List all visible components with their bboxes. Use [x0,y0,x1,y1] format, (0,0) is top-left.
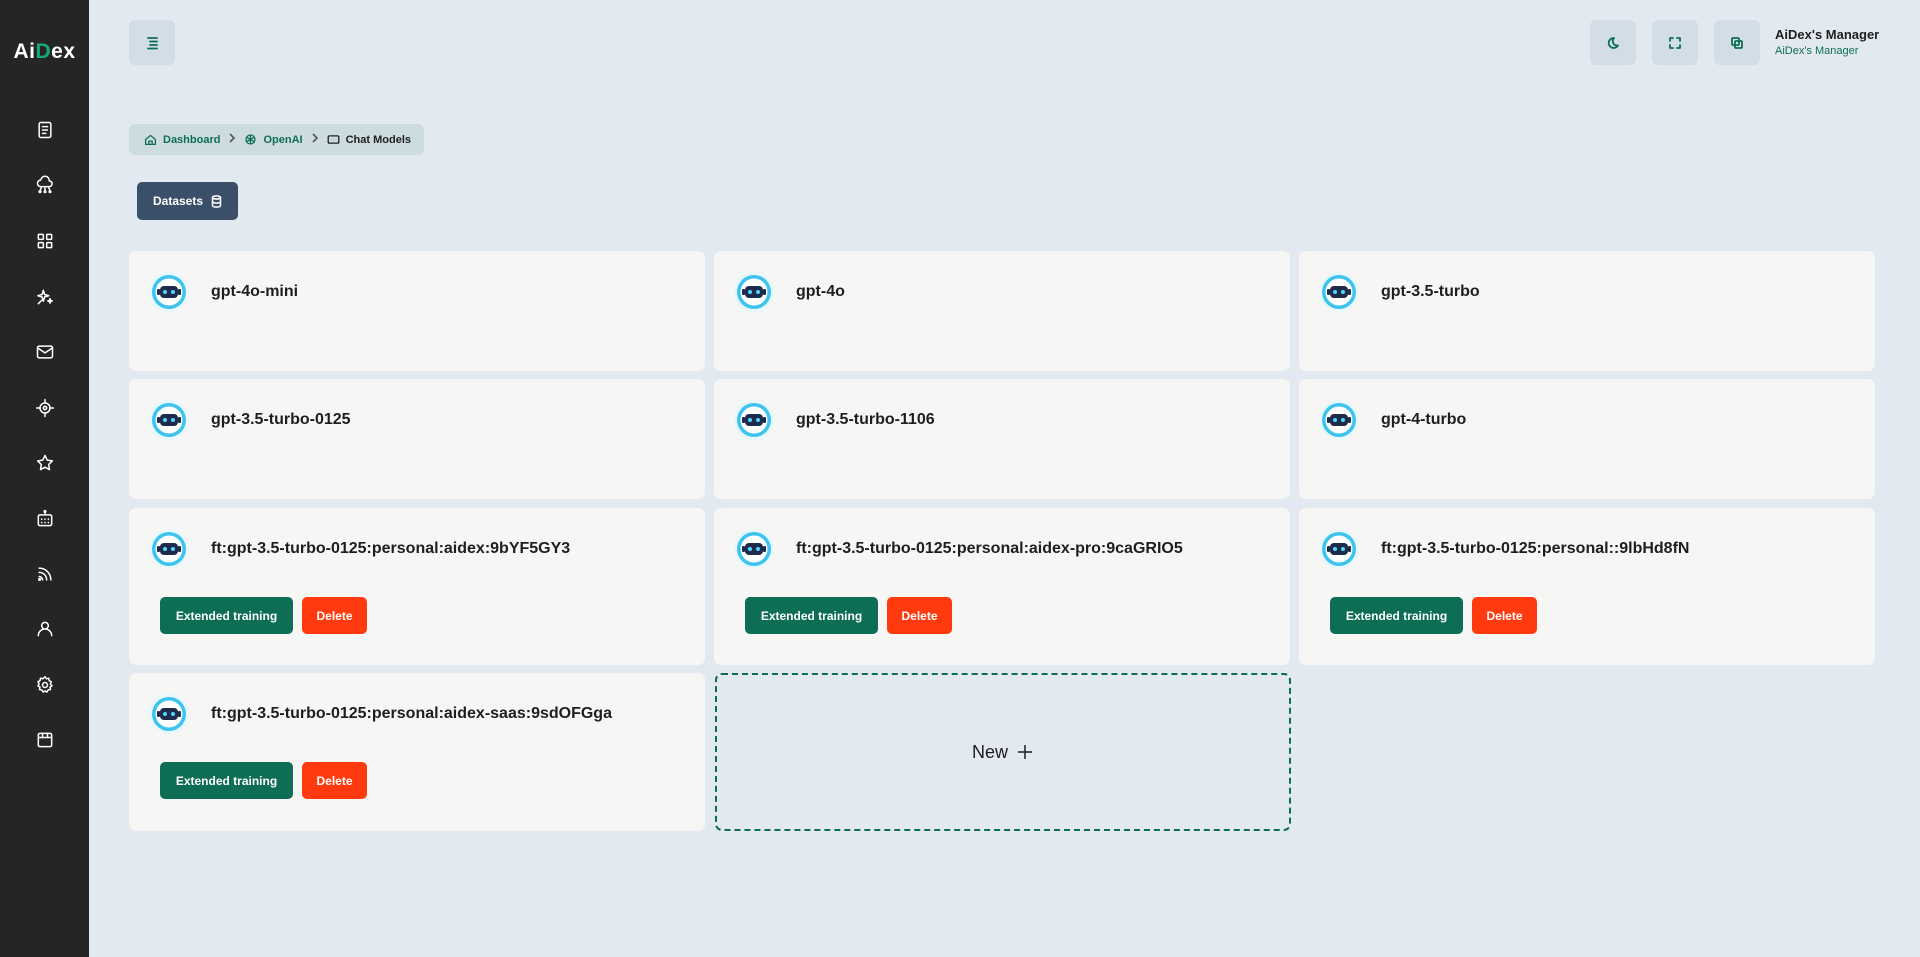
model-card[interactable]: gpt-4o [714,251,1290,371]
user-avatar-button[interactable] [1714,20,1760,65]
model-name: gpt-3.5-turbo-0125 [211,411,351,428]
breadcrumb-dashboard[interactable]: Dashboard [144,133,220,146]
robot-avatar-icon [733,271,775,313]
model-card[interactable]: gpt-4o-mini [129,251,705,371]
extended-training-button[interactable]: Extended training [1330,597,1463,634]
model-name: gpt-4o-mini [211,283,299,300]
extended-training-button[interactable]: Extended training [160,597,293,634]
breadcrumb-chat-models: Chat Models [327,133,411,146]
model-name: ft:gpt-3.5-turbo-0125:personal:aidex-saa… [211,705,612,722]
chat-icon [327,135,340,144]
avatar-icon [1731,36,1743,49]
database-icon [211,194,222,208]
model-card[interactable]: gpt-3.5-turbo-0125 [129,379,705,499]
model-card[interactable]: ft:gpt-3.5-turbo-0125:personal:aidex:9bY… [129,508,705,665]
moon-icon [1607,36,1619,49]
cloud-network-icon[interactable] [33,173,57,197]
robot-avatar-icon [148,693,190,735]
extended-training-button[interactable]: Extended training [745,597,878,634]
model-name: ft:gpt-3.5-turbo-0125:personal::9lbHd8fN [1381,540,1690,557]
robot-avatar-icon [733,399,775,441]
breadcrumb: Dashboard OpenAI Chat Models [129,124,424,155]
user-icon[interactable] [33,617,57,641]
breadcrumb-openai[interactable]: OpenAI [244,133,303,146]
robot-calendar-icon[interactable] [33,507,57,531]
plus-icon [1018,745,1032,759]
model-card[interactable]: gpt-3.5-turbo-1106 [714,379,1290,499]
chevron-right-icon [310,133,320,146]
rss-icon[interactable] [33,562,57,586]
menu-toggle-button[interactable] [129,20,175,65]
delete-button[interactable]: Delete [887,597,952,634]
model-name: gpt-4-turbo [1381,411,1467,428]
model-name: ft:gpt-3.5-turbo-0125:personal:aidex-pro… [796,540,1183,557]
openai-icon [245,134,257,145]
box-icon[interactable] [33,728,57,752]
gear-icon[interactable] [33,673,57,697]
sparkle-icon[interactable] [33,285,57,309]
target-icon[interactable] [33,396,57,420]
robot-avatar-icon [148,399,190,441]
robot-avatar-icon [1318,271,1360,313]
grid-icon[interactable] [33,229,57,253]
model-name: gpt-3.5-turbo [1381,283,1480,300]
star-icon[interactable] [33,451,57,475]
model-name: ft:gpt-3.5-turbo-0125:personal:aidex:9bY… [211,540,571,557]
robot-avatar-icon [148,528,190,570]
model-card[interactable]: ft:gpt-3.5-turbo-0125:personal:aidex-pro… [714,508,1290,665]
user-role: AiDex's Manager [1775,45,1859,57]
extended-training-button[interactable]: Extended training [160,762,293,799]
mail-icon[interactable] [33,340,57,364]
fullscreen-button[interactable] [1652,20,1698,65]
delete-button[interactable]: Delete [1472,597,1537,634]
fullscreen-icon [1669,36,1681,49]
home-icon [144,134,157,146]
delete-button[interactable]: Delete [302,762,367,799]
new-model-card[interactable]: New [715,673,1291,831]
robot-avatar-icon [1318,528,1360,570]
model-card[interactable]: ft:gpt-3.5-turbo-0125:personal:aidex-saa… [129,673,705,831]
document-icon[interactable] [33,118,57,142]
model-name: gpt-4o [796,283,845,300]
sidebar: AiDex [0,0,89,957]
delete-button[interactable]: Delete [302,597,367,634]
model-card[interactable]: ft:gpt-3.5-turbo-0125:personal::9lbHd8fN… [1299,508,1875,665]
user-name: AiDex's Manager [1775,27,1880,42]
dark-mode-button[interactable] [1590,20,1636,65]
app-logo[interactable]: AiDex [0,40,89,64]
chevron-right-icon [227,133,237,146]
model-card[interactable]: gpt-4-turbo [1299,379,1875,499]
menu-icon [147,36,158,49]
robot-avatar-icon [1318,399,1360,441]
model-name: gpt-3.5-turbo-1106 [796,411,935,428]
robot-avatar-icon [733,528,775,570]
model-card[interactable]: gpt-3.5-turbo [1299,251,1875,371]
datasets-button[interactable]: Datasets [137,182,238,220]
robot-avatar-icon [148,271,190,313]
